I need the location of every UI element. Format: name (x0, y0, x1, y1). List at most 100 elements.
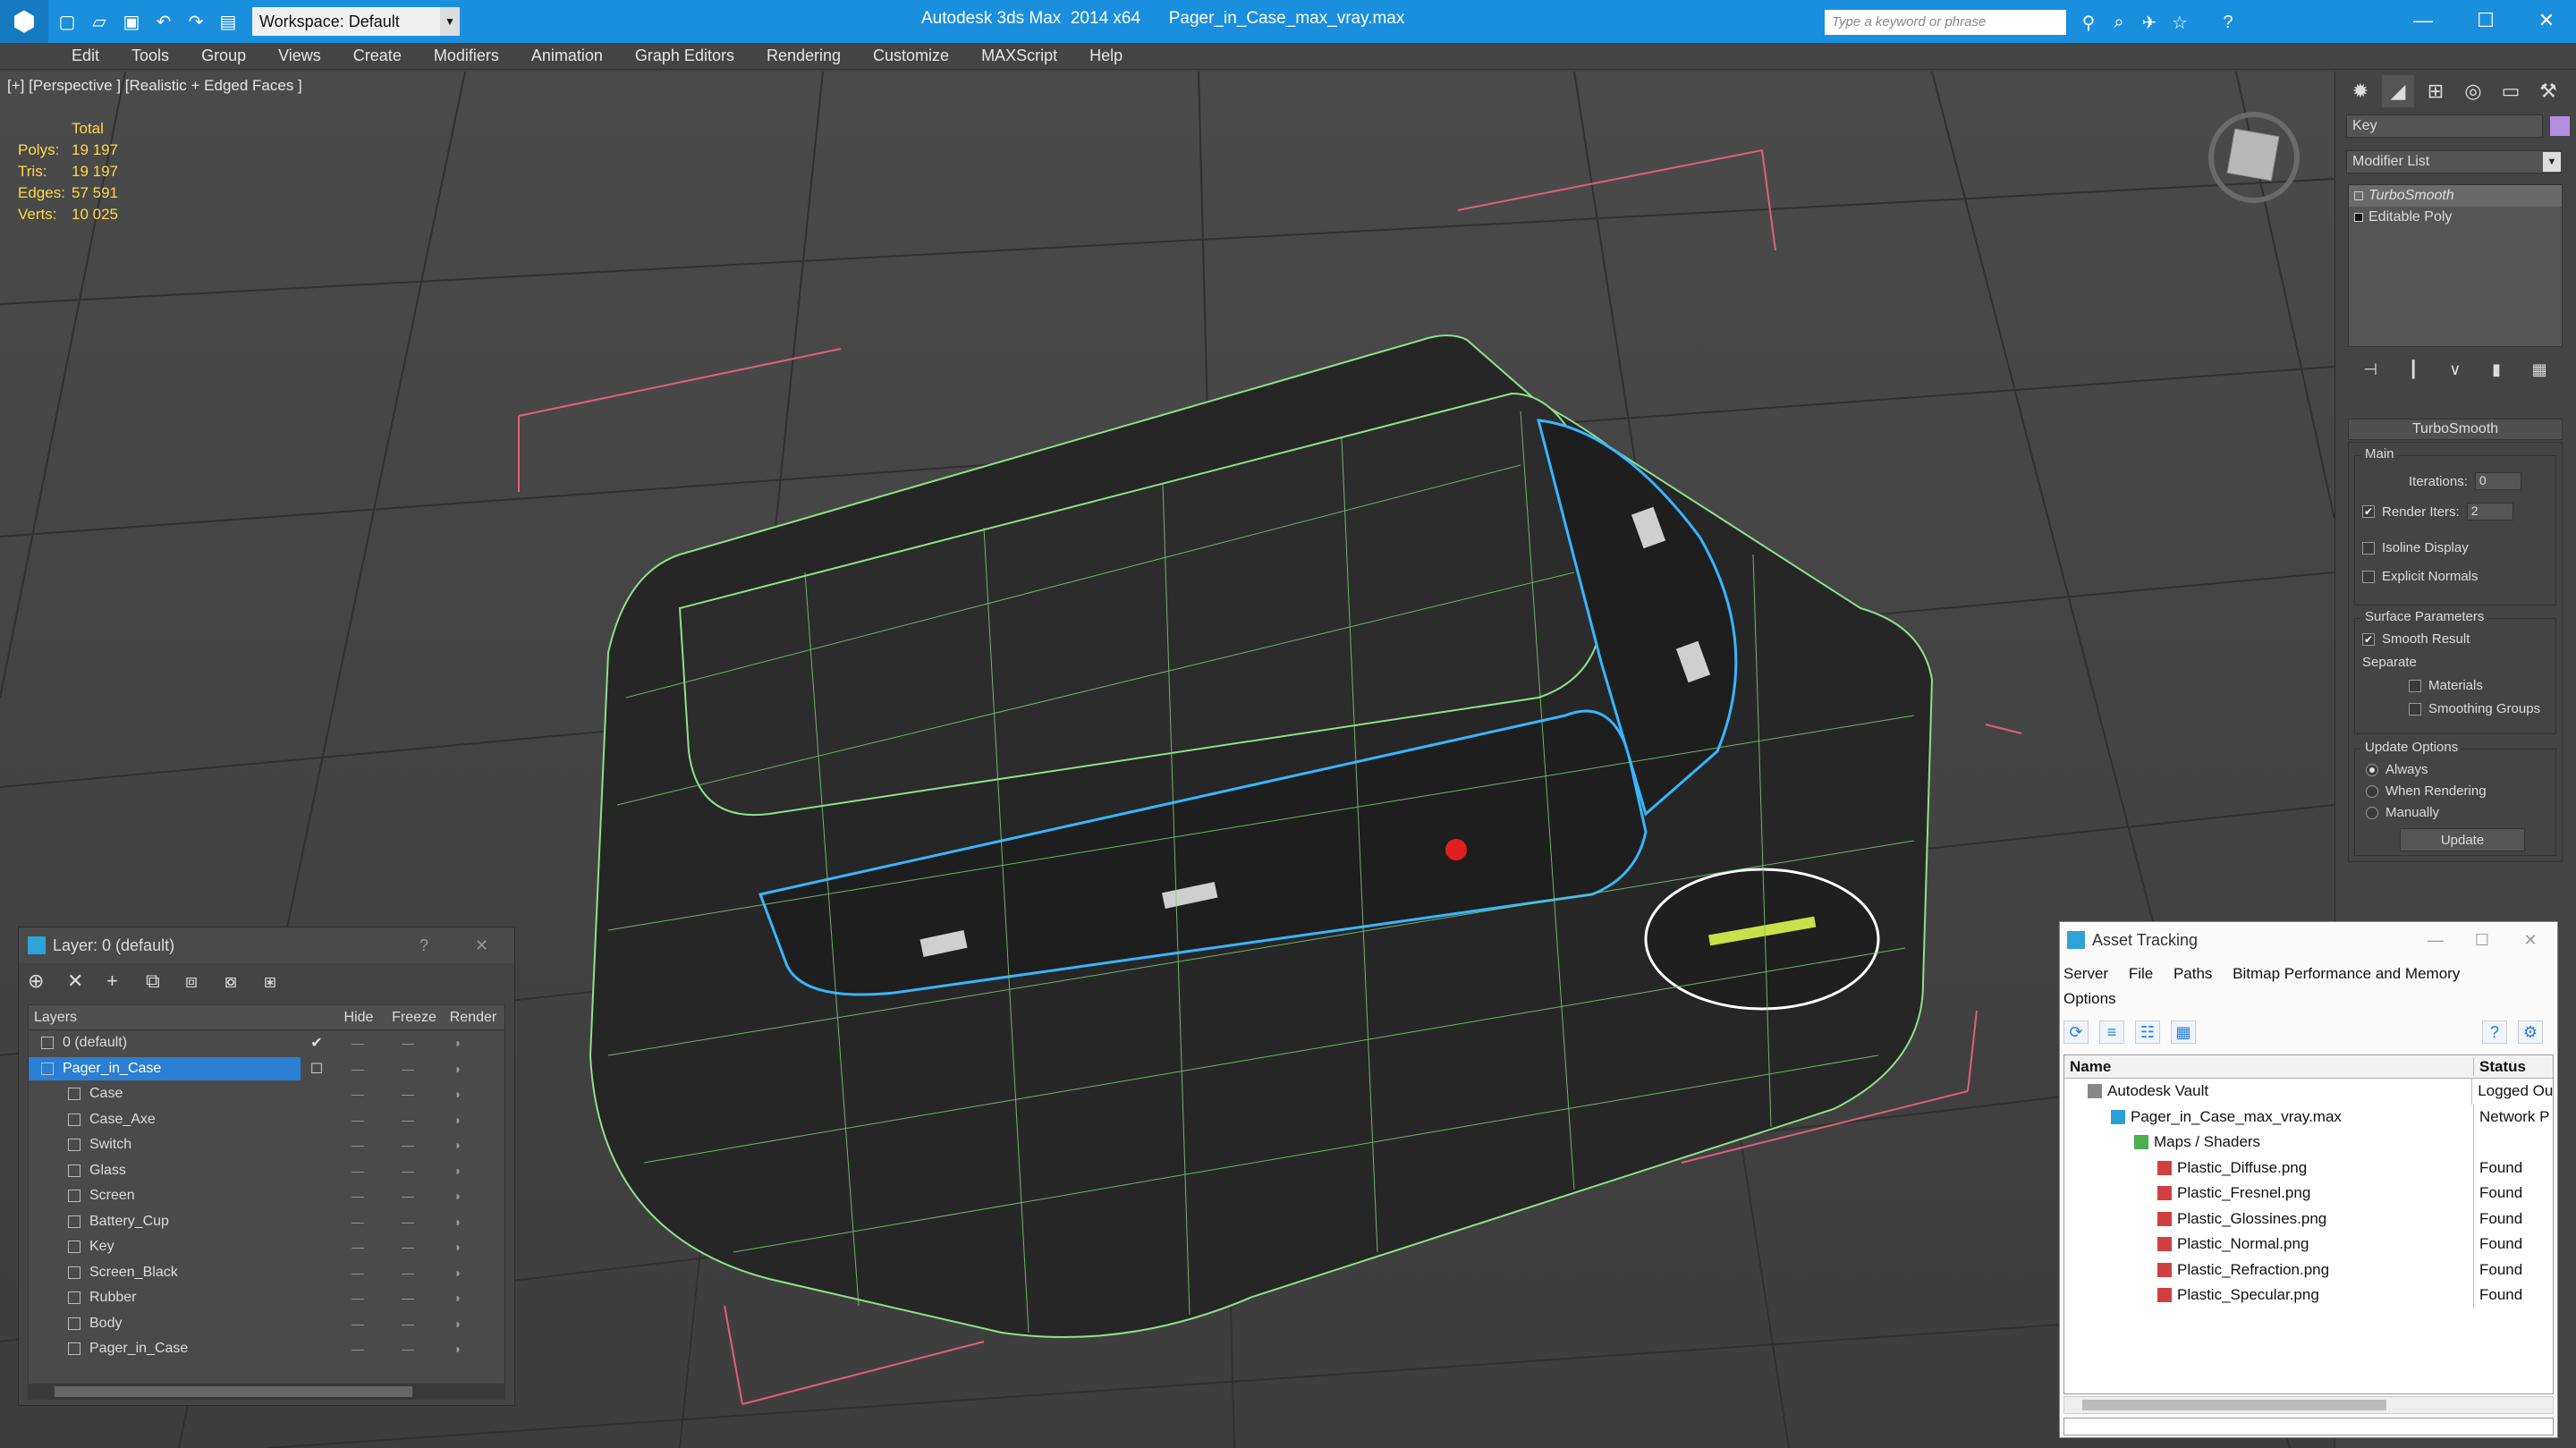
favorites-star-icon[interactable]: ☆ (2168, 11, 2191, 34)
freeze-toggle[interactable]: — (383, 1240, 433, 1254)
select-objects-icon[interactable]: ⧉ (146, 970, 185, 993)
iterations-spinner[interactable]: 0 (2474, 472, 2521, 490)
layer-row[interactable]: Rubber — — ◗ (29, 1285, 504, 1311)
freeze-toggle[interactable]: — (383, 1113, 433, 1127)
help-icon[interactable]: ? (2216, 11, 2240, 34)
modify-tab-icon[interactable]: ◢ (2382, 75, 2414, 107)
hide-toggle[interactable]: — (333, 1215, 383, 1229)
asset-menu-options[interactable]: Options (2063, 990, 2116, 1007)
minimize-icon[interactable]: — (2401, 5, 2445, 36)
maximize-icon[interactable]: ☐ (2464, 927, 2500, 953)
modifier-list-dropdown[interactable]: Modifier List (2346, 150, 2561, 174)
layer-row[interactable]: Screen_Black — — ◗ (29, 1260, 504, 1286)
asset-name-cell[interactable]: Plastic_Normal.png (2064, 1232, 2474, 1257)
update-button[interactable]: Update (2400, 828, 2525, 851)
hide-toggle[interactable]: — (333, 1164, 383, 1178)
render-toggle[interactable]: ◗ (433, 1342, 483, 1356)
hide-toggle[interactable]: — (333, 1189, 383, 1203)
render-iters-checkbox[interactable]: ✔ (2362, 505, 2375, 518)
set-current-layer-icon[interactable]: ⧇ (225, 970, 264, 993)
layer-row[interactable]: 0 (default) ✔ — — ◗ (29, 1030, 504, 1056)
asset-row[interactable]: Plastic_Normal.png Found (2064, 1232, 2553, 1257)
hide-toggle[interactable]: — (333, 1113, 383, 1127)
make-unique-icon[interactable]: ∨ (2449, 360, 2461, 379)
layer-row[interactable]: Glass — — ◗ (29, 1158, 504, 1184)
asset-row[interactable]: Pager_in_Case_max_vray.max Network P (2064, 1104, 2553, 1130)
render-toggle[interactable]: ◗ (433, 1087, 483, 1101)
render-toggle[interactable]: ◗ (433, 1062, 483, 1076)
asset-name-cell[interactable]: Plastic_Refraction.png (2064, 1257, 2474, 1283)
layer-row[interactable]: Battery_Cup — — ◗ (29, 1209, 504, 1235)
refresh-icon[interactable]: ⟳ (2063, 1020, 2089, 1044)
menu-modifiers[interactable]: Modifiers (434, 47, 499, 65)
viewport-label[interactable]: [+] [Perspective ] [Realistic + Edged Fa… (7, 77, 302, 95)
asset-menu-paths[interactable]: Paths (2174, 965, 2212, 982)
col-status[interactable]: Status (2474, 1058, 2526, 1076)
layer-name-cell[interactable]: Screen_Black (29, 1261, 301, 1284)
freeze-toggle[interactable]: — (383, 1036, 433, 1050)
layer-row[interactable]: Screen — — ◗ (29, 1183, 504, 1209)
asset-row[interactable]: Plastic_Glossines.png Found (2064, 1206, 2553, 1232)
render-toggle[interactable]: ◗ (433, 1113, 483, 1127)
asset-row[interactable]: Autodesk Vault Logged Ou (2064, 1079, 2553, 1105)
new-file-icon[interactable]: ▢ (54, 8, 80, 35)
utilities-tab-icon[interactable]: ⚒ (2532, 75, 2564, 107)
remove-modifier-icon[interactable]: ▮ (2492, 360, 2501, 379)
viewcube-icon[interactable] (2208, 112, 2300, 203)
redo-icon[interactable]: ↷ (182, 8, 209, 35)
render-toggle[interactable]: ◗ (433, 1138, 483, 1152)
hierarchy-tab-icon[interactable]: ⊞ (2419, 75, 2452, 107)
hide-toggle[interactable]: — (333, 1266, 383, 1280)
menu-tools[interactable]: Tools (131, 47, 169, 65)
layer-row[interactable]: Case_Axe — — ◗ (29, 1107, 504, 1133)
list-view-icon[interactable]: ≡ (2099, 1020, 2124, 1044)
hide-all-icon[interactable]: ⧆ (264, 970, 303, 993)
freeze-toggle[interactable]: — (383, 1062, 433, 1076)
display-tab-icon[interactable]: ▭ (2495, 75, 2527, 107)
layer-row[interactable]: Switch — — ◗ (29, 1132, 504, 1158)
hide-toggle[interactable]: — (333, 1062, 383, 1076)
render-toggle[interactable]: ◗ (433, 1240, 483, 1254)
layer-name-cell[interactable]: Pager_in_Case (29, 1337, 301, 1360)
render-toggle[interactable]: ◗ (433, 1189, 483, 1203)
col-name[interactable]: Name (2064, 1057, 2474, 1076)
render-toggle[interactable]: ◗ (433, 1266, 483, 1280)
current-layer-check-icon[interactable]: ✔ (301, 1034, 333, 1052)
scrollbar-thumb[interactable] (2082, 1400, 2386, 1410)
freeze-toggle[interactable]: — (383, 1291, 433, 1305)
close-icon[interactable]: ✕ (475, 936, 488, 955)
asset-menu-file[interactable]: File (2129, 965, 2153, 982)
help-icon[interactable]: ? (2482, 1020, 2507, 1044)
when-rendering-radio[interactable] (2366, 784, 2378, 798)
settings-icon[interactable]: ⚙ (2518, 1020, 2543, 1044)
stack-item-editable-poly[interactable]: Editable Poly (2349, 207, 2562, 228)
hide-toggle[interactable]: — (333, 1138, 383, 1152)
app-logo-icon[interactable]: ⬢ (0, 0, 48, 43)
add-to-layer-icon[interactable]: + (106, 970, 146, 993)
create-layer-icon[interactable]: ⊕ (28, 970, 67, 993)
layer-name-cell[interactable]: Rubber (29, 1286, 301, 1309)
hide-toggle[interactable]: — (333, 1342, 383, 1356)
menu-edit[interactable]: Edit (72, 47, 99, 65)
chevron-down-icon[interactable]: ▼ (2543, 152, 2561, 172)
layer-name-cell[interactable]: 0 (default) (29, 1031, 301, 1054)
layer-name-cell[interactable]: Key (29, 1235, 301, 1258)
smooth-result-checkbox[interactable]: ✔ (2362, 632, 2375, 646)
layer-name-cell[interactable]: Case_Axe (29, 1108, 301, 1131)
asset-name-cell[interactable]: Maps / Shaders (2064, 1130, 2474, 1156)
asset-tracking-header[interactable]: Asset Tracking — ☐ ✕ (2060, 922, 2557, 958)
project-folder-icon[interactable]: ▤ (215, 8, 242, 35)
render-toggle[interactable]: ◗ (433, 1317, 483, 1331)
render-iters-spinner[interactable]: 2 (2466, 503, 2513, 521)
asset-row[interactable]: Plastic_Fresnel.png Found (2064, 1181, 2553, 1207)
render-toggle[interactable]: ◗ (433, 1036, 483, 1050)
layer-row[interactable]: Pager_in_Case — — ◗ (29, 1336, 504, 1362)
col-render[interactable]: Render (444, 1010, 503, 1026)
scrollbar-thumb[interactable] (55, 1386, 412, 1397)
layer-row[interactable]: Key — — ◗ (29, 1234, 504, 1260)
asset-row[interactable]: Plastic_Specular.png Found (2064, 1283, 2553, 1308)
menu-customize[interactable]: Customize (873, 47, 949, 65)
show-end-result-icon[interactable]: ┃ (2409, 360, 2419, 379)
hide-toggle[interactable]: — (333, 1240, 383, 1254)
layer-name-cell[interactable]: Glass (29, 1159, 301, 1182)
